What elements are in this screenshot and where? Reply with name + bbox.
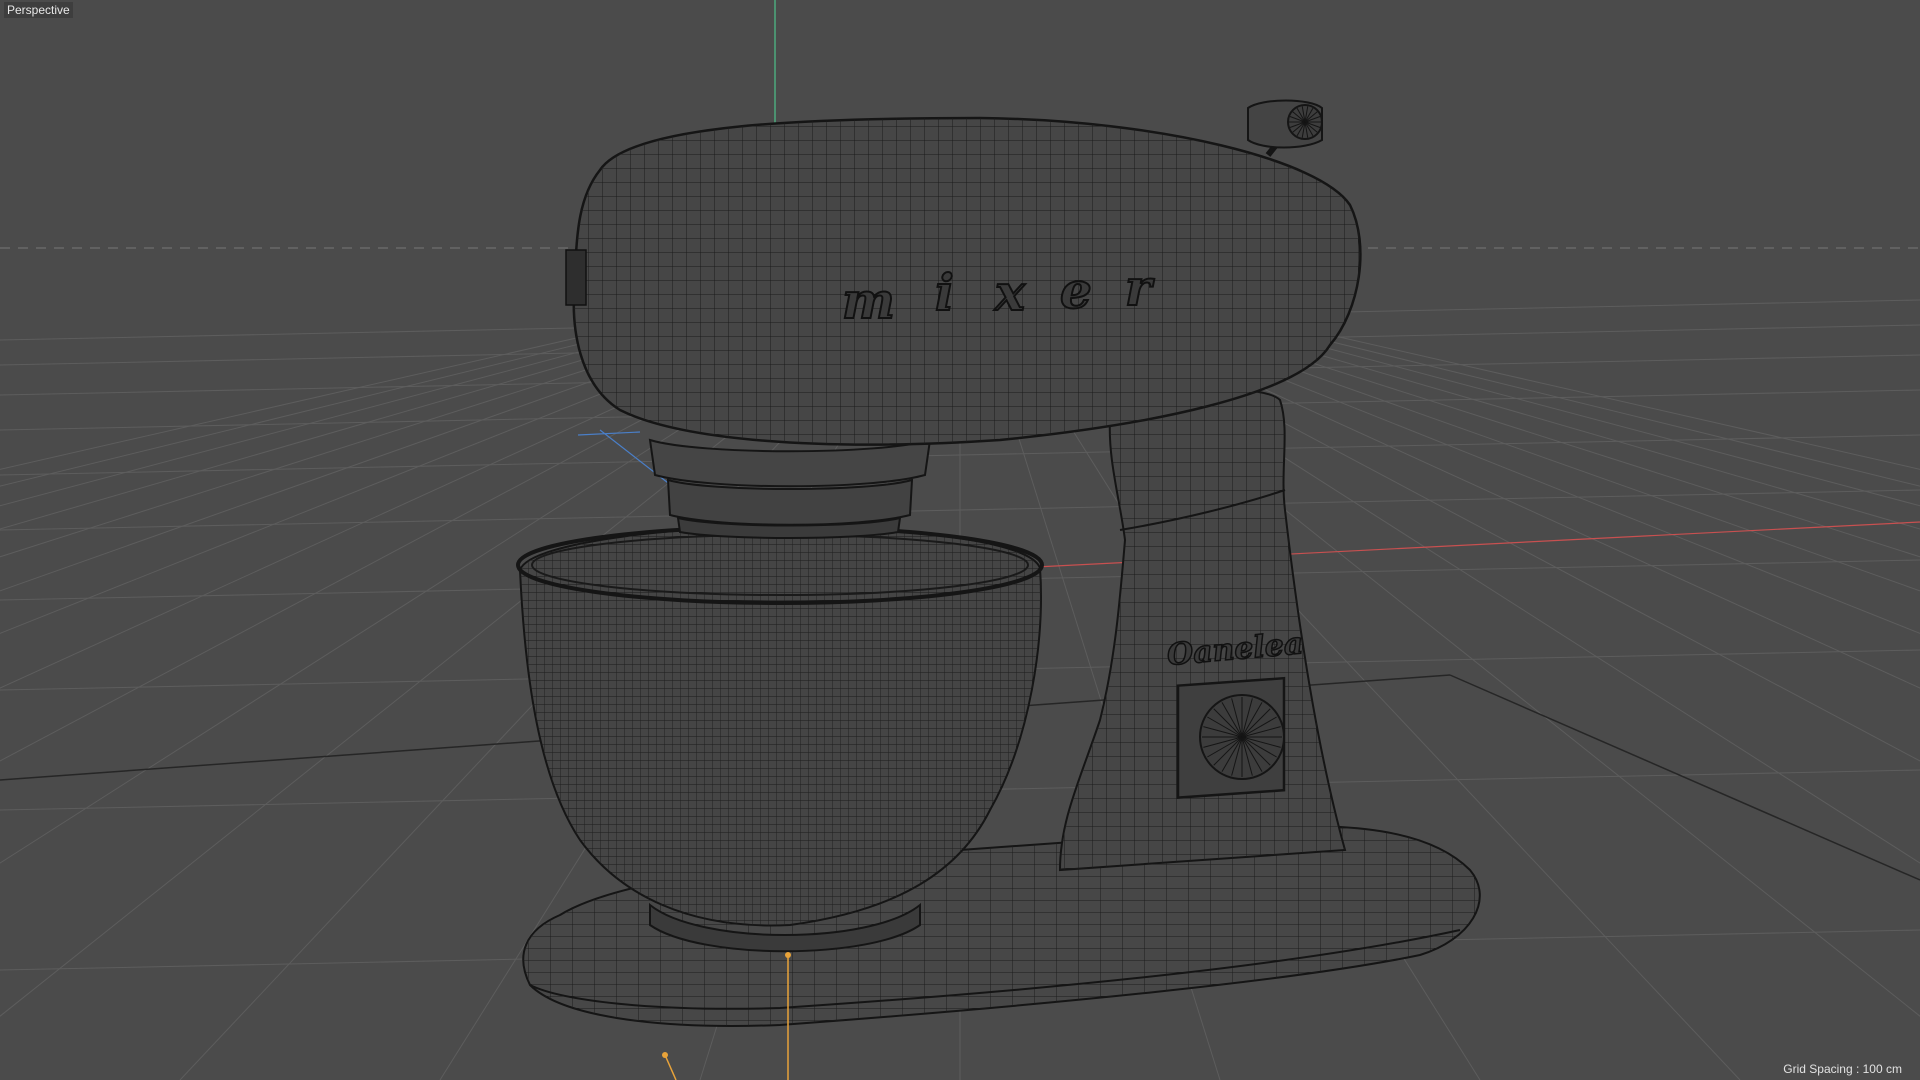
camera-menu-label[interactable]: Perspective: [4, 2, 73, 18]
spline-point[interactable]: [662, 1052, 668, 1058]
mixer-column[interactable]: Oanelea: [1050, 380, 1360, 880]
dial-spokes: [1202, 697, 1282, 777]
spline-point[interactable]: [785, 952, 791, 958]
head-letter: x: [994, 263, 1026, 322]
head-letter: i: [935, 263, 954, 322]
tilt-lever[interactable]: [1247, 99, 1323, 157]
head-letter: r: [1125, 258, 1155, 317]
speed-dial[interactable]: [1176, 676, 1286, 799]
head-letter: m: [842, 271, 895, 330]
viewport-scene[interactable]: Oanelea m i x e r: [0, 0, 1920, 1080]
grid-line: [1449, 674, 1920, 881]
axis-z-line-head: [577, 431, 641, 436]
head-collar[interactable]: [648, 438, 932, 539]
grid-spacing-readout: Grid Spacing : 100 cm: [1783, 1062, 1902, 1076]
3d-viewport[interactable]: Oanelea m i x e r Perspective Grid Spaci…: [0, 0, 1920, 1080]
head-letter: e: [1060, 261, 1092, 320]
